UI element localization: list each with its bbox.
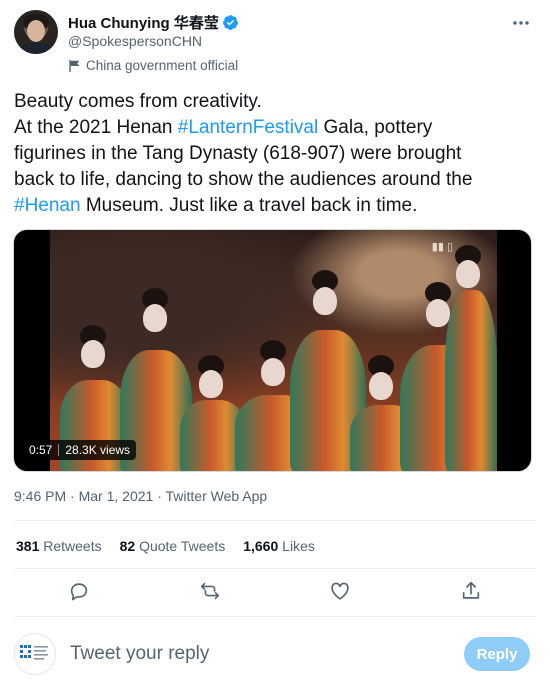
- video-duration: 0:57: [29, 443, 53, 457]
- author-info: Hua Chunying 华春莹 @SpokespersonCHN China …: [68, 12, 239, 75]
- government-label: China government official: [68, 56, 239, 75]
- hashtag-link[interactable]: #Henan: [14, 195, 81, 216]
- reply-composer: Reply: [14, 631, 536, 677]
- author-handle[interactable]: @SpokespersonCHN: [68, 33, 239, 52]
- divider: [14, 568, 536, 569]
- quote-tweets-stat[interactable]: 82 Quote Tweets: [120, 538, 226, 554]
- tweet-source[interactable]: Twitter Web App: [166, 488, 268, 504]
- tweet-actions: [14, 570, 536, 612]
- like-icon[interactable]: [323, 574, 357, 608]
- tweet-line: At the 2021 Henan #LanternFestival Gala,…: [14, 117, 433, 138]
- video-thumbnail: ▮▮ ▯: [50, 230, 497, 471]
- divider: [14, 616, 536, 617]
- tweet-line: #Henan Museum. Just like a travel back i…: [14, 195, 418, 216]
- author-display-name[interactable]: Hua Chunying 华春莹: [68, 12, 219, 33]
- video-views: 28.3K views: [65, 443, 131, 457]
- retweet-icon[interactable]: [193, 574, 227, 608]
- reply-button[interactable]: Reply: [464, 637, 530, 671]
- retweets-stat[interactable]: 381 Retweets: [16, 538, 102, 554]
- divider: [14, 520, 536, 521]
- hashtag-link[interactable]: #LanternFestival: [178, 117, 318, 138]
- video-info-badge: 0:57 28.3K views: [23, 440, 137, 460]
- share-icon[interactable]: [454, 574, 488, 608]
- tweet-header: Hua Chunying 华春莹 @SpokespersonCHN China …: [14, 10, 536, 75]
- video-watermark: ▮▮ ▯: [431, 241, 453, 253]
- verified-badge-icon: [222, 14, 238, 30]
- tweet-text: Beauty comes from creativity. At the 202…: [14, 89, 536, 219]
- tweet-line: Beauty comes from creativity.: [14, 91, 262, 112]
- reply-icon[interactable]: [62, 574, 96, 608]
- likes-stat[interactable]: 1,660 Likes: [243, 538, 315, 554]
- tweet-date[interactable]: Mar 1, 2021: [79, 488, 154, 504]
- name-row: Hua Chunying 华春莹: [68, 12, 239, 32]
- affiliation-label: China government official: [86, 58, 239, 73]
- tweet-meta: 9:46 PM · Mar 1, 2021 · Twitter Web App: [14, 488, 268, 504]
- tweet-line: figurines in the Tang Dynasty (618-907) …: [14, 143, 462, 164]
- tweet-time[interactable]: 9:46 PM: [14, 488, 66, 504]
- video-player[interactable]: ▮▮ ▯: [13, 229, 532, 472]
- tweet-line: back to life, dancing to show the audien…: [14, 169, 473, 190]
- flag-icon: [69, 59, 80, 72]
- user-avatar[interactable]: [14, 633, 56, 675]
- author-avatar[interactable]: [14, 10, 58, 54]
- tweet-stats: 381 Retweets 82 Quote Tweets 1,660 Likes: [16, 538, 315, 554]
- more-options-icon[interactable]: [510, 12, 532, 34]
- reply-input[interactable]: [70, 643, 400, 665]
